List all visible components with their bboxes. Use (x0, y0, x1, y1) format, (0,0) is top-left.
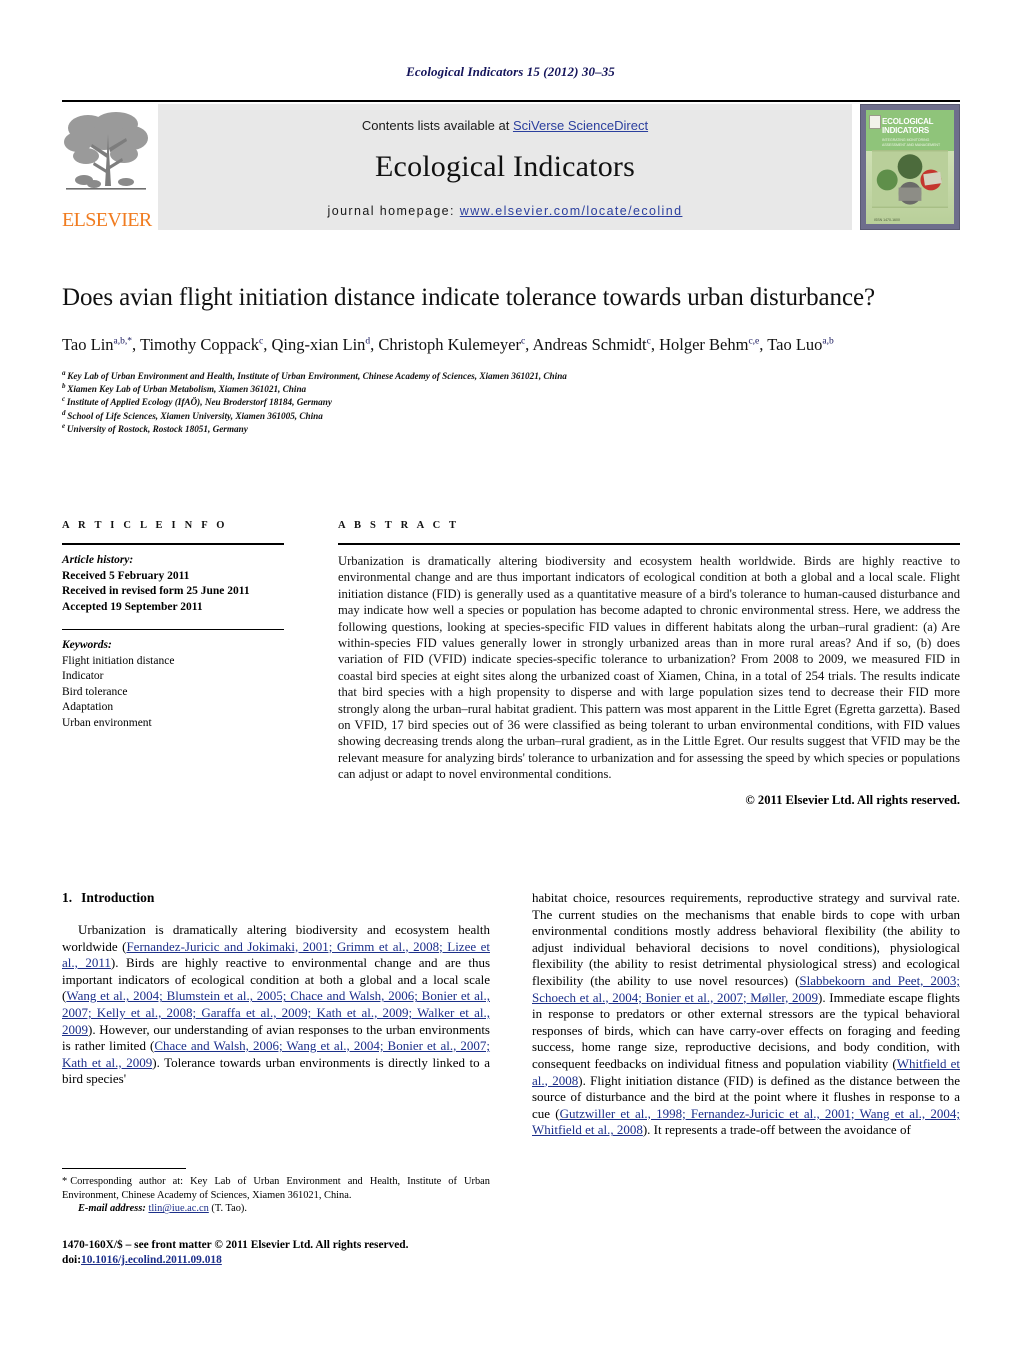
footnote-divider (62, 1168, 186, 1169)
intro-paragraph-left: Urbanization is dramatically altering bi… (62, 922, 491, 1087)
keyword-item: Urban environment (62, 716, 152, 729)
citation-link[interactable]: Wang et al., 2004; Blumstein et al., 200… (62, 988, 490, 1036)
keyword-item: Adaptation (62, 701, 114, 713)
author-affiliation-marker: d (365, 336, 371, 347)
journal-title: Ecological Indicators (375, 150, 635, 183)
journal-homepage-link[interactable]: www.elsevier.com/locate/ecolind (460, 204, 683, 218)
article-history-item: Received in revised form 25 June 2011 (62, 585, 250, 597)
keyword-item: Bird tolerance (62, 685, 128, 698)
doi-label: doi: (62, 1253, 81, 1266)
citation-link[interactable]: Whitfield et al., 2008 (532, 1056, 960, 1088)
citation-link[interactable]: Slabbekoorn and Peet, 2003; Schoech et a… (532, 973, 960, 1005)
affiliation-list: a Key Lab of Urban Environment and Healt… (62, 369, 960, 436)
article-history-item: Accepted 19 September 2011 (62, 600, 203, 613)
author-affiliation-marker: a,b,* (113, 336, 133, 347)
section-title: Introduction (81, 890, 155, 905)
corresponding-author-note: * Corresponding author at: Key Lab of Urb… (62, 1175, 490, 1202)
affiliation-item: d School of Life Sciences, Xiamen Univer… (62, 409, 960, 423)
cover-title-line2: INDICATORS (882, 126, 930, 135)
imprint-block: 1470-160X/$ – see front matter © 2011 El… (62, 1238, 522, 1268)
elsevier-tree-icon (64, 108, 148, 200)
cover-title: ECOLOGICAL INDICATORS (882, 117, 934, 135)
divider-info-top (62, 543, 284, 545)
homepage-prefix: journal homepage: (327, 204, 460, 218)
contents-band: Contents lists available at SciVerse Sci… (158, 104, 852, 230)
corresponding-author-text: Corresponding author at: Key Lab of Urba… (62, 1176, 490, 1201)
contents-prefix: Contents lists available at (361, 118, 513, 133)
keywords-label: Keywords: (62, 639, 112, 651)
section-number: 1. (62, 890, 73, 905)
author-name: Christoph Kulemeyer (378, 335, 521, 354)
contents-list-line: Contents lists available at SciVerse Sci… (158, 118, 852, 133)
author-list: Tao Lina,b,*, Timothy Coppackc, Qing-xia… (62, 335, 834, 354)
journal-masthead: ELSEVIER Contents lists available at Sci… (62, 100, 960, 230)
doi-line: doi:10.1016/j.ecolind.2011.09.018 (62, 1253, 522, 1268)
author-name: Holger Behm (659, 335, 749, 354)
author-affiliation-marker: a,b (822, 336, 834, 347)
author-affiliation-marker: c (520, 336, 526, 347)
author-affiliation-marker: c,e (748, 336, 760, 347)
cover-photo (872, 150, 948, 208)
doi-link[interactable]: 10.1016/j.ecolind.2011.09.018 (81, 1254, 222, 1266)
affiliation-item: b Xiamen Key Lab of Urban Metabolism, Xi… (62, 383, 960, 396)
author-name: Qing-xian Lin (271, 335, 366, 354)
author-name: Tao Lin (62, 335, 114, 354)
affiliation-text: Xiamen Key Lab of Urban Metabolism, Xiam… (67, 384, 307, 395)
sciencedirect-link[interactable]: SciVerse ScienceDirect (513, 118, 648, 133)
footnote-block: * Corresponding author at: Key Lab of Urb… (62, 1168, 490, 1216)
running-head: Ecological Indicators 15 (2012) 30–35 (406, 64, 615, 79)
author-affiliation-marker: c (259, 336, 264, 347)
divider-abstract-top (338, 543, 960, 545)
author-name: Tao Luo (767, 335, 823, 354)
affiliation-text: Key Lab of Urban Environment and Health,… (67, 371, 567, 381)
affiliation-text: Institute of Applied Ecology (IfAÖ), Neu… (66, 397, 332, 408)
keywords-lines: Flight initiation distance Indicator Bird … (62, 654, 284, 732)
citation-link[interactable]: Fernandez-Juricic and Jokimaki, 2001; Gr… (62, 939, 490, 971)
author-name: Andreas Schmidt (532, 335, 647, 354)
keyword-item: Indicator (62, 670, 104, 682)
keyword-item: Flight initiation distance (62, 654, 175, 667)
affiliation-item: c Institute of Applied Ecology (IfAÖ), N… (62, 396, 960, 409)
article-history-lines: Received 5 February 2011 Received in revi… (62, 569, 284, 616)
article-info-column: A R T I C L E I N F O Article history: R… (62, 520, 312, 808)
affiliation-item: e University of Rostock, Rostock 18051, … (62, 422, 960, 436)
affiliation-text: University of Rostock, Rostock 18051, Ge… (66, 423, 248, 434)
divider-info-mid (62, 629, 284, 630)
affiliation-text: School of Life Sciences, Xiamen Universi… (67, 410, 323, 421)
elsevier-logo: ELSEVIER (62, 104, 152, 231)
elsevier-wordmark: ELSEVIER (62, 209, 152, 231)
cover-subtitle: INTEGRATING MONITORING ASSESSMENT AND MA… (882, 138, 941, 147)
author-name: Timothy Coppack (139, 335, 259, 354)
journal-cover-thumbnail: ECOLOGICAL INDICATORS INTEGRATING MONITO… (860, 104, 960, 230)
intro-paragraph-right: habitat choice, resources requirements, … (532, 890, 961, 1138)
paper-page: Ecological Indicators 15 (2012) 30–35 EL… (0, 0, 1021, 1351)
citation-link[interactable]: Gutzwiller et al., 1998; Fernandez-Juric… (532, 1106, 960, 1138)
citation-link[interactable]: Chace and Walsh, 2006; Wang et al., 2004… (62, 1038, 490, 1070)
abstract-text: Urbanization is dramatically altering bi… (338, 554, 960, 782)
cover-footer: ISSN 1470-160X (874, 218, 901, 222)
article-history-item: Received 5 February 2011 (62, 569, 190, 582)
email-suffix: (T. Tao). (211, 1203, 247, 1215)
info-abstract-region: A R T I C L E I N F O Article history: R… (62, 520, 960, 808)
email-label: E-mail address: (78, 1203, 146, 1215)
article-info-heading: A R T I C L E I N F O (62, 520, 228, 531)
cover-photo-art (872, 151, 948, 207)
email-note: E-mail address: tlin@iue.ac.cn (T. Tao). (62, 1202, 490, 1216)
article-history-label: Article history: (62, 554, 134, 566)
front-matter-line: 1470-160X/$ – see front matter © 2011 El… (62, 1239, 409, 1251)
page-title: Does avian flight initiation distance in… (62, 284, 875, 311)
body-column-right: habitat choice, resources requirements, … (532, 890, 960, 1270)
affiliation-item: a Key Lab of Urban Environment and Healt… (62, 369, 960, 383)
author-affiliation-marker: c (646, 336, 651, 347)
footnote-star: * (62, 1176, 68, 1187)
journal-homepage-line: journal homepage: www.elsevier.com/locat… (158, 204, 852, 218)
cover-publisher-badge (869, 115, 881, 129)
abstract-column: A B S T R A C T Urbanization is dramatic… (312, 520, 960, 808)
cover-title-line1: ECOLOGICAL (882, 117, 934, 126)
section-heading-introduction: 1. Introduction (62, 890, 490, 906)
email-link[interactable]: tlin@iue.ac.cn (148, 1203, 208, 1214)
abstract-copyright: © 2011 Elsevier Ltd. All rights reserved… (745, 792, 960, 807)
title-block: Does avian flight initiation distance in… (62, 282, 960, 436)
abstract-heading: A B S T R A C T (338, 520, 460, 531)
